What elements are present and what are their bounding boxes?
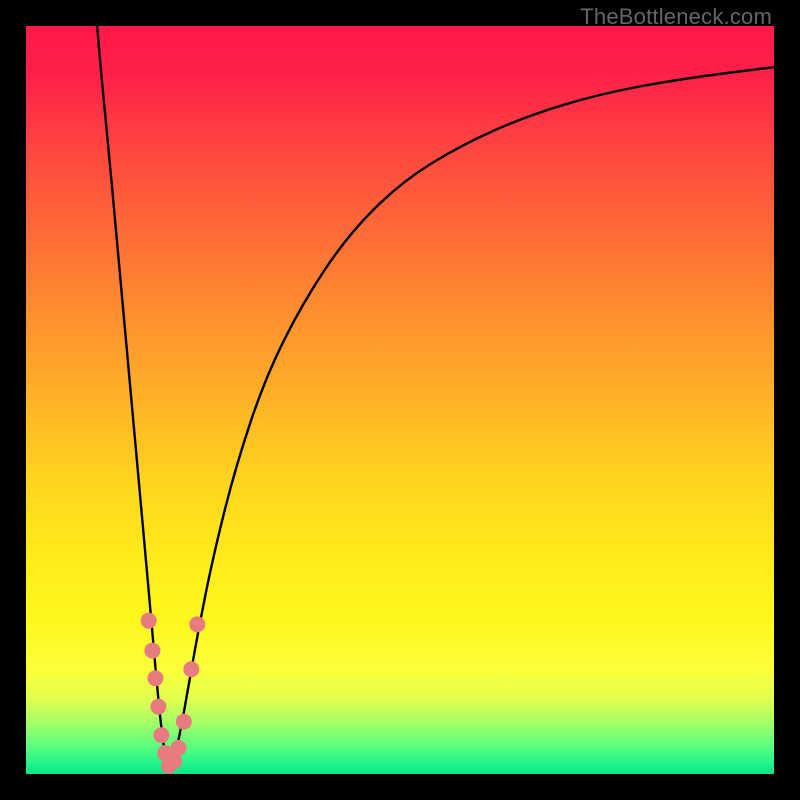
- scatter-point: [171, 740, 187, 756]
- scatter-point: [183, 661, 199, 677]
- scatter-point: [150, 699, 166, 715]
- scatter-point: [144, 643, 160, 659]
- series-left-branch: [97, 26, 169, 770]
- scatter-point: [147, 670, 163, 686]
- scatter-point: [141, 613, 157, 629]
- scatter-point: [176, 714, 192, 730]
- plot-area: [26, 26, 774, 774]
- scatter-point: [153, 727, 169, 743]
- chart-frame: TheBottleneck.com: [0, 0, 800, 800]
- scatter-point: [189, 616, 205, 632]
- series-right-branch: [169, 67, 774, 769]
- chart-curves: [26, 26, 774, 774]
